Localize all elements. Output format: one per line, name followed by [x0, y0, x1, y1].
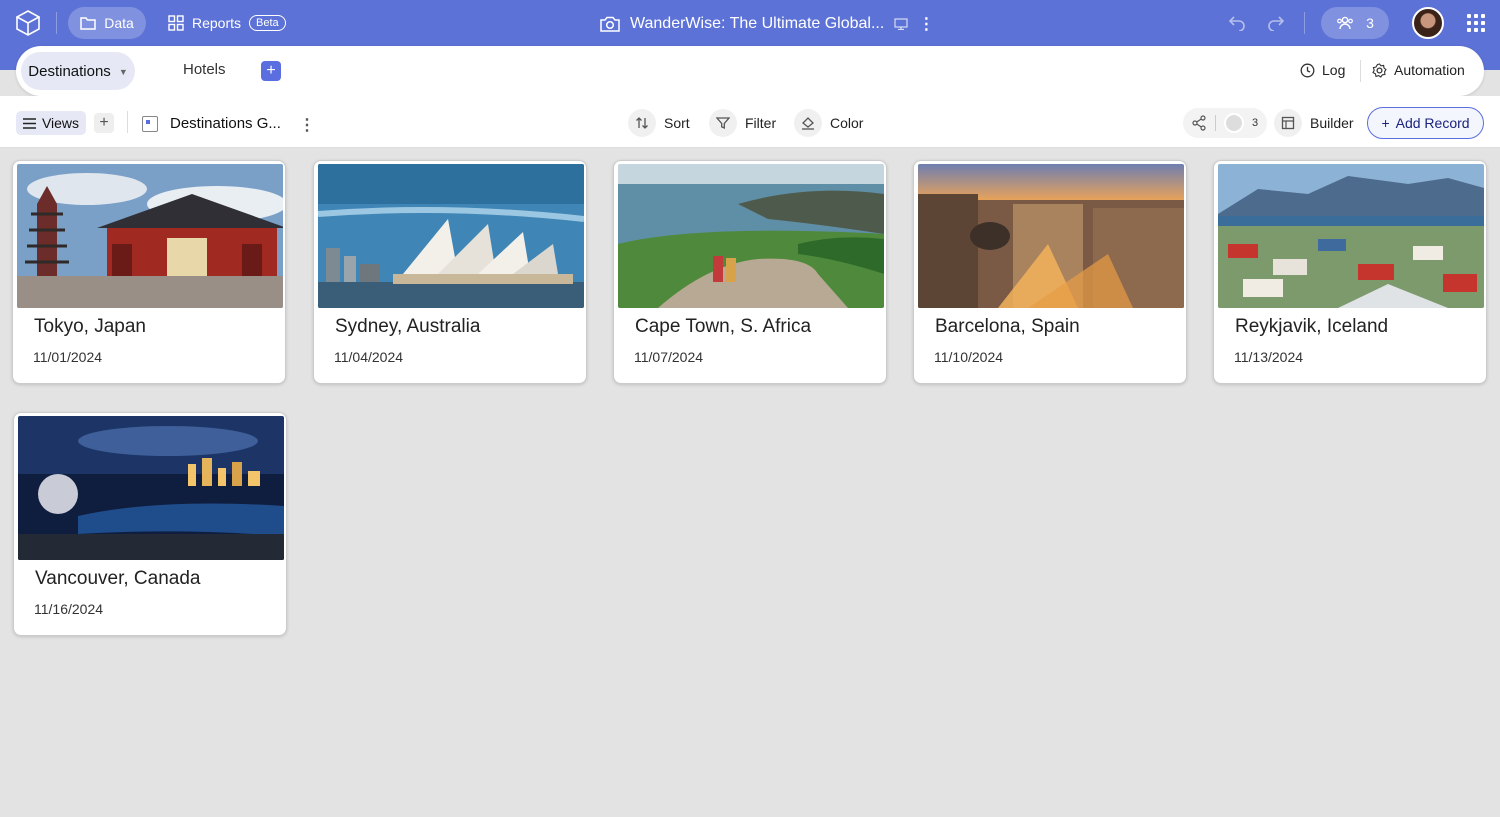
- sort-icon: [628, 109, 656, 137]
- beta-badge: Beta: [249, 15, 286, 31]
- add-table-button[interactable]: +: [261, 61, 281, 81]
- apps-grid-icon[interactable]: [1467, 14, 1485, 32]
- record-title: Reykjavik, Iceland: [1235, 316, 1389, 337]
- record-title: Sydney, Australia: [335, 316, 481, 337]
- tab-destinations[interactable]: Destinations ▼: [21, 52, 135, 90]
- share-button[interactable]: 3: [1183, 108, 1267, 138]
- filter-icon: [709, 109, 737, 137]
- record-date: 11/04/2024: [334, 349, 404, 365]
- sort-button[interactable]: Sort: [628, 109, 690, 137]
- record-card[interactable]: Reykjavik, Iceland 11/13/2024: [1213, 160, 1487, 384]
- shared-count: 3: [1252, 117, 1259, 129]
- undo-icon[interactable]: [1228, 13, 1246, 31]
- paint-bucket-icon: [794, 109, 822, 137]
- log-button[interactable]: Log: [1300, 62, 1345, 78]
- record-image-barcelona: [918, 164, 1184, 308]
- user-avatar[interactable]: [1412, 7, 1444, 39]
- record-title: Barcelona, Spain: [935, 316, 1080, 337]
- presentation-icon[interactable]: [894, 18, 908, 30]
- document-title[interactable]: WanderWise: The Ultimate Global... ⋮: [600, 8, 934, 40]
- record-title: Cape Town, S. Africa: [635, 316, 812, 337]
- tab-destinations-label: Destinations: [28, 62, 111, 80]
- builder-label: Builder: [1310, 115, 1354, 131]
- views-button[interactable]: Views: [16, 111, 86, 135]
- record-card[interactable]: Cape Town, S. Africa 11/07/2024: [613, 160, 887, 384]
- app-logo-icon[interactable]: [16, 10, 40, 36]
- record-card[interactable]: Tokyo, Japan 11/01/2024: [12, 160, 286, 384]
- divider: [1360, 60, 1361, 82]
- filter-button[interactable]: Filter: [709, 109, 776, 137]
- log-label: Log: [1322, 62, 1346, 78]
- automation-button[interactable]: Automation: [1372, 62, 1465, 78]
- record-date: 11/01/2024: [33, 349, 103, 365]
- gallery-view-icon: [142, 115, 158, 132]
- color-label: Color: [830, 115, 864, 131]
- record-card[interactable]: Barcelona, Spain 11/10/2024: [913, 160, 1187, 384]
- current-view-selector[interactable]: Destinations G...: [142, 115, 281, 132]
- nav-reports-button[interactable]: Reports Beta: [168, 7, 286, 39]
- builder-icon: [1274, 109, 1302, 137]
- tab-hotels[interactable]: Hotels: [183, 61, 226, 78]
- record-image-tokyo: [17, 164, 283, 308]
- add-record-label: Add Record: [1395, 115, 1470, 131]
- divider: [56, 12, 57, 34]
- record-title: Vancouver, Canada: [35, 568, 201, 589]
- nav-data-button[interactable]: Data: [68, 7, 146, 39]
- gear-icon: [1372, 62, 1387, 78]
- chevron-down-icon[interactable]: ▼: [119, 67, 128, 77]
- add-record-button[interactable]: + Add Record: [1367, 107, 1484, 139]
- view-options-icon[interactable]: ⋮: [299, 115, 315, 135]
- record-title: Tokyo, Japan: [34, 316, 146, 337]
- table-tab-bar: Destinations ▼ Hotels + Log Automation: [16, 46, 1484, 96]
- record-image-reykjavik: [1218, 164, 1484, 308]
- view-toolbar: Views + Destinations G... ⋮ Sort Filter …: [0, 96, 1500, 148]
- plus-icon: +: [1381, 115, 1390, 131]
- record-image-vancouver: [18, 416, 284, 560]
- record-date: 11/16/2024: [34, 601, 104, 617]
- divider: [1304, 12, 1305, 34]
- record-card[interactable]: Sydney, Australia 11/04/2024: [313, 160, 587, 384]
- builder-button[interactable]: Builder: [1274, 109, 1354, 137]
- collaborators-count: 3: [1366, 15, 1374, 31]
- filter-label: Filter: [745, 115, 777, 131]
- nav-data-label: Data: [104, 15, 134, 31]
- color-button[interactable]: Color: [794, 109, 863, 137]
- more-options-icon[interactable]: ⋮: [918, 14, 934, 34]
- share-icon: [1192, 115, 1206, 131]
- camera-icon: [600, 16, 620, 32]
- shared-user-avatar: [1224, 113, 1244, 133]
- record-image-cape-town: [618, 164, 884, 308]
- record-date: 11/07/2024: [634, 349, 704, 365]
- users-icon: [1337, 16, 1353, 30]
- menu-icon: [22, 117, 36, 129]
- record-image-sydney: [318, 164, 584, 308]
- redo-icon[interactable]: [1267, 13, 1285, 31]
- record-card[interactable]: Vancouver, Canada 11/16/2024: [13, 412, 287, 636]
- add-view-button[interactable]: +: [94, 113, 114, 133]
- document-title-text: WanderWise: The Ultimate Global...: [630, 15, 885, 32]
- current-view-name: Destinations G...: [170, 115, 281, 132]
- nav-reports-label: Reports: [192, 15, 242, 31]
- folder-icon: [80, 17, 96, 30]
- sort-label: Sort: [664, 115, 690, 131]
- grid-icon: [168, 15, 184, 31]
- record-date: 11/13/2024: [1234, 349, 1304, 365]
- views-label: Views: [41, 115, 80, 131]
- divider: [1215, 115, 1216, 131]
- record-date: 11/10/2024: [934, 349, 1004, 365]
- automation-label: Automation: [1394, 62, 1465, 78]
- divider: [127, 111, 128, 133]
- collaborators-button[interactable]: 3: [1321, 7, 1389, 39]
- clock-icon: [1300, 63, 1315, 77]
